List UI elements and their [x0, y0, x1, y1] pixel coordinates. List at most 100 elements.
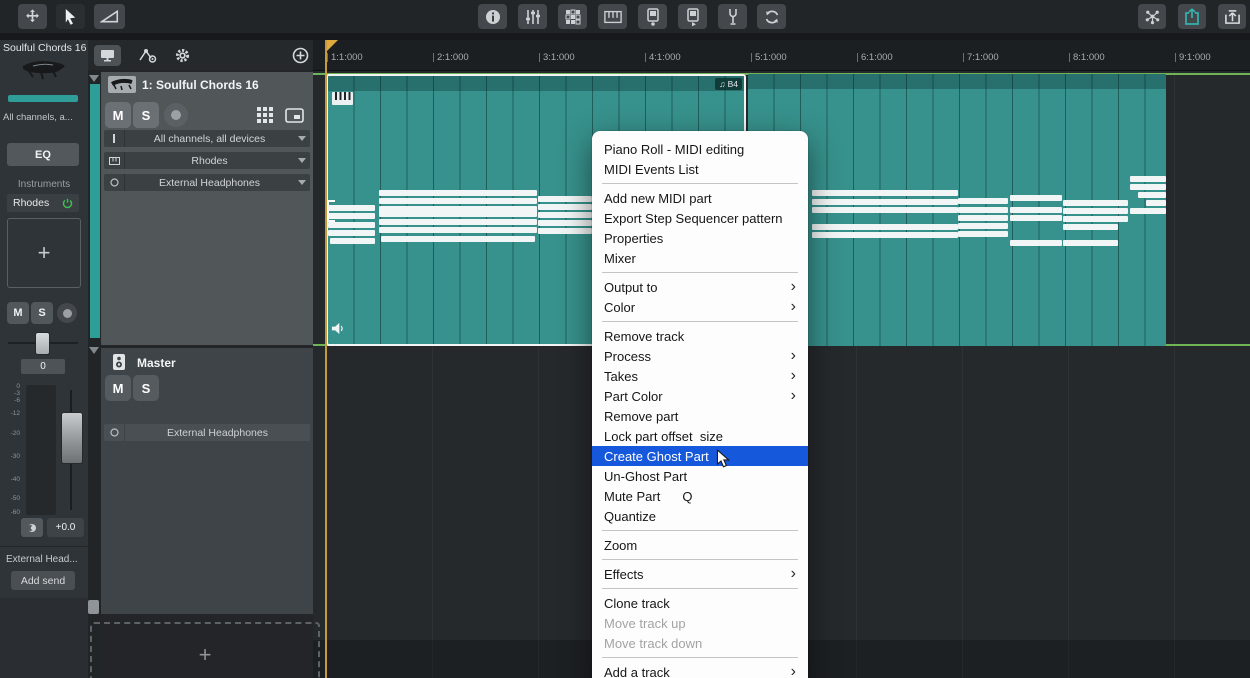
- monitor-button[interactable]: [94, 45, 121, 66]
- plugins-button[interactable]: [1138, 4, 1166, 29]
- tuner-button[interactable]: [718, 4, 747, 29]
- keyboard-button[interactable]: [598, 4, 627, 29]
- clip-header-band[interactable]: [748, 74, 1166, 89]
- menu-item-color[interactable]: Color›: [592, 297, 808, 317]
- master-mute-button[interactable]: M: [105, 375, 131, 401]
- midi-note[interactable]: [379, 219, 537, 225]
- midi-note[interactable]: [1063, 216, 1128, 222]
- midi-note[interactable]: [1010, 207, 1062, 213]
- volume-fader-handle[interactable]: [61, 412, 83, 464]
- track-solo-button[interactable]: S: [133, 102, 159, 128]
- device-record-button[interactable]: [638, 4, 667, 29]
- midi-note[interactable]: [379, 227, 537, 233]
- automation-button[interactable]: [134, 45, 162, 66]
- pointer-tool-button[interactable]: [56, 4, 85, 29]
- pan-value[interactable]: 0: [21, 359, 65, 374]
- add-object-button[interactable]: [287, 44, 313, 67]
- midi-note[interactable]: [381, 236, 535, 242]
- add-track-dropzone[interactable]: +: [90, 622, 320, 678]
- timeline-ruler[interactable]: 1:1:0002:1:0003:1:0004:1:0005:1:0006:1:0…: [313, 40, 1250, 71]
- project-return-button[interactable]: [1218, 4, 1246, 29]
- add-send-button[interactable]: Add send: [11, 571, 75, 590]
- menu-item-remove-part[interactable]: Remove part: [592, 406, 808, 426]
- fade-tool-button[interactable]: [94, 4, 125, 29]
- midi-note[interactable]: [328, 222, 375, 228]
- midi-note[interactable]: [379, 190, 537, 196]
- power-icon[interactable]: [62, 198, 73, 209]
- midi-note[interactable]: [1130, 184, 1166, 190]
- instrument-row[interactable]: Rhodes: [7, 194, 79, 212]
- settings-button[interactable]: [170, 45, 194, 66]
- midi-note[interactable]: [1063, 200, 1128, 206]
- piano-roll-editor-button[interactable]: [281, 103, 307, 127]
- midi-note[interactable]: [538, 204, 592, 210]
- meter-mode-button[interactable]: [21, 518, 43, 537]
- midi-note[interactable]: [1010, 195, 1062, 201]
- midi-note[interactable]: [1010, 215, 1062, 221]
- midi-note[interactable]: [538, 220, 592, 226]
- menu-item-remove-track[interactable]: Remove track: [592, 326, 808, 346]
- master-output-selector[interactable]: External Headphones: [104, 424, 310, 441]
- menu-item-mute-part[interactable]: Mute PartQ: [592, 486, 808, 506]
- menu-item-quantize[interactable]: Quantize: [592, 506, 808, 526]
- menu-item-part-color[interactable]: Part Color›: [592, 386, 808, 406]
- menu-item-output-to[interactable]: Output to›: [592, 277, 808, 297]
- inspector-mute-button[interactable]: M: [7, 302, 29, 324]
- midi-note[interactable]: [1130, 176, 1166, 182]
- track-header[interactable]: 1: Soulful Chords 16 M S All channels, a…: [101, 72, 313, 345]
- midi-note[interactable]: [958, 207, 1008, 213]
- midi-note[interactable]: [538, 196, 592, 202]
- track-mute-button[interactable]: M: [105, 102, 131, 128]
- midi-note[interactable]: [812, 190, 958, 196]
- midi-note[interactable]: [538, 228, 592, 234]
- midi-note[interactable]: [328, 230, 375, 236]
- midi-note[interactable]: [812, 207, 958, 213]
- sync-button[interactable]: [757, 4, 786, 29]
- midi-note[interactable]: [538, 212, 592, 218]
- inspector-solo-button[interactable]: S: [31, 302, 53, 324]
- master-track-name[interactable]: Master: [137, 356, 176, 370]
- midi-note[interactable]: [330, 238, 375, 244]
- clip-grid-button[interactable]: [558, 4, 587, 29]
- info-button[interactable]: [478, 4, 507, 29]
- device-play-button[interactable]: [678, 4, 707, 29]
- instrument-selector[interactable]: Rhodes: [104, 152, 310, 169]
- midi-note[interactable]: [1063, 224, 1118, 230]
- midi-note[interactable]: [1130, 208, 1166, 214]
- midi-note[interactable]: [379, 198, 537, 204]
- step-sequencer-button[interactable]: [252, 103, 278, 127]
- menu-item-midi-events-list[interactable]: MIDI Events List: [592, 159, 808, 179]
- master-collapse-arrow-icon[interactable]: [89, 347, 99, 354]
- menu-item-piano-roll-midi-editing[interactable]: Piano Roll - MIDI editing: [592, 139, 808, 159]
- move-tool-button[interactable]: [18, 4, 47, 29]
- track-color-strip[interactable]: [90, 84, 100, 338]
- midi-note[interactable]: [958, 215, 1008, 221]
- menu-item-properties[interactable]: Properties: [592, 228, 808, 248]
- add-instrument-box[interactable]: +: [7, 218, 81, 288]
- midi-note[interactable]: [812, 199, 958, 205]
- menu-item-un-ghost-part[interactable]: Un-Ghost Part: [592, 466, 808, 486]
- midi-note[interactable]: [328, 205, 375, 211]
- share-button[interactable]: [1178, 4, 1206, 29]
- menu-item-effects[interactable]: Effects›: [592, 564, 808, 584]
- menu-item-export-step-sequencer-pattern[interactable]: Export Step Sequencer pattern: [592, 208, 808, 228]
- master-track-header[interactable]: Master M S External Headphones: [101, 348, 313, 614]
- volume-value[interactable]: +0.0: [47, 518, 84, 537]
- midi-note[interactable]: [958, 198, 1008, 204]
- master-solo-button[interactable]: S: [133, 375, 159, 401]
- midi-note[interactable]: [1010, 240, 1062, 246]
- clip-header-band[interactable]: [328, 76, 744, 91]
- menu-item-zoom[interactable]: Zoom: [592, 535, 808, 555]
- menu-item-clone-track[interactable]: Clone track: [592, 593, 808, 613]
- midi-note[interactable]: [328, 213, 375, 219]
- menu-item-mixer[interactable]: Mixer: [592, 248, 808, 268]
- midi-note[interactable]: [1138, 192, 1166, 198]
- mixer-button[interactable]: [518, 4, 547, 29]
- track-collapse-arrow-icon[interactable]: [89, 75, 99, 82]
- menu-item-add-new-midi-part[interactable]: Add new MIDI part: [592, 188, 808, 208]
- eq-button[interactable]: EQ: [7, 143, 79, 166]
- menu-item-takes[interactable]: Takes›: [592, 366, 808, 386]
- midi-note[interactable]: [379, 206, 537, 217]
- midi-note[interactable]: [812, 232, 958, 238]
- inspector-record-button[interactable]: [57, 303, 77, 323]
